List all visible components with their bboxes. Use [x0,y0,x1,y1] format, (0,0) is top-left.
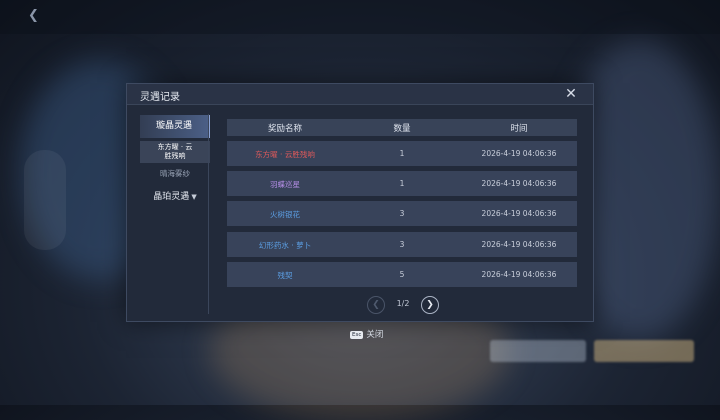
header-qty: 数量 [393,124,411,134]
reward-time: 2026-4-19 04:06:36 [481,209,557,218]
background-button [594,340,694,362]
back-arrow-icon: ❮ [28,8,39,23]
close-label: 关闭 [366,330,384,340]
reward-name: 幻形药水 · 萝卜 [258,241,312,250]
background-topbar [0,0,720,34]
table-row: 火树银花 3 2026-4-19 04:06:36 [227,201,577,226]
close-icon[interactable]: ✕ [563,86,579,102]
sidebar-group[interactable]: 晶珀灵遇 ▼ [140,189,210,202]
chevron-down-icon: ▼ [191,193,197,201]
header-name: 奖励名称 [267,124,302,134]
esc-key-badge: Esc [350,330,364,339]
reward-qty: 1 [399,149,405,158]
dialog-header: 灵遇记录 ✕ [127,84,593,105]
table-row: 残契 5 2026-4-19 04:06:36 [227,262,577,287]
table-header: 奖励名称 数量 时间 [227,119,577,136]
sidebar-group-label: 晶珀灵遇 [153,192,190,202]
reward-qty: 1 [399,179,405,188]
reward-name: 火树银花 [270,210,300,219]
table-row: 羽蝶巡星 1 2026-4-19 04:06:36 [227,171,577,196]
reward-qty: 3 [399,209,405,218]
encounter-record-dialog: 灵遇记录 ✕ 璇晶灵遇 东方曜 · 云胜残响 晴海雾纱 晶珀灵遇 ▼ 奖励名称 数… [126,83,594,322]
table-row: 幻形药水 · 萝卜 3 2026-4-19 04:06:36 [227,232,577,257]
reward-name: 羽蝶巡星 [270,180,300,189]
reward-qty: 3 [399,240,405,249]
tab-active[interactable]: 璇晶灵遇 [140,115,210,138]
reward-qty: 5 [399,270,405,279]
reward-time: 2026-4-19 04:06:36 [481,149,557,158]
header-time: 时间 [510,124,528,134]
reward-name: 东方曜 · 云胜残响 [255,150,315,159]
prev-page-button[interactable]: ❮ [367,296,385,314]
sidebar-divider [208,114,209,314]
background-button [490,340,586,362]
table-row: 东方曜 · 云胜残响 1 2026-4-19 04:06:36 [227,141,577,166]
reward-time: 2026-4-19 04:06:36 [481,179,557,188]
esc-close-hint[interactable]: Esc 关闭 [350,328,383,340]
sidebar-sub-item-2[interactable]: 晴海雾纱 [140,168,210,179]
dialog-title: 灵遇记录 [140,92,180,103]
reward-time: 2026-4-19 04:06:36 [481,270,557,279]
sidebar-sub-item[interactable]: 东方曜 · 云胜残响 [140,141,210,163]
reward-time: 2026-4-19 04:06:36 [481,240,557,249]
reward-name: 残契 [277,271,293,280]
sidebar: 璇晶灵遇 东方曜 · 云胜残响 晴海雾纱 晶珀灵遇 ▼ [137,114,211,314]
background-sidebar [24,150,66,250]
pagination: ❮ 1/2 ❯ [365,296,445,314]
page-indicator: 1/2 [396,299,410,308]
next-page-button[interactable]: ❯ [421,296,439,314]
